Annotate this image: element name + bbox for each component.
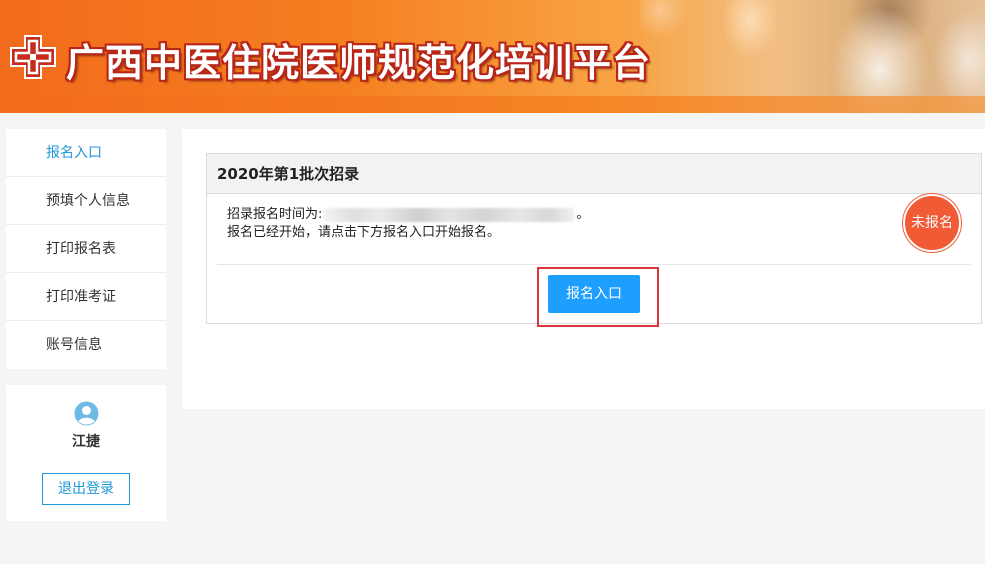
batch-info: 招录报名时间为: 。 报名已经开始，请点击下方报名入口开始报名。 xyxy=(227,206,589,242)
registration-time-end: 。 xyxy=(576,207,590,222)
user-name: 江捷 xyxy=(72,434,100,450)
cross-logo-icon xyxy=(10,35,56,79)
site-title: 广西中医住院医师规范化培训平台 xyxy=(66,41,652,85)
register-entry-button[interactable]: 报名入口 xyxy=(548,275,640,313)
sidebar-item-prefill-info[interactable]: 预填个人信息 xyxy=(6,177,166,225)
header-bottom-band xyxy=(0,96,985,113)
logout-button[interactable]: 退出登录 xyxy=(42,473,130,505)
sidebar-item-print-form[interactable]: 打印报名表 xyxy=(6,225,166,273)
registration-message: 报名已经开始，请点击下方报名入口开始报名。 xyxy=(227,225,501,240)
user-panel: 江捷 退出登录 xyxy=(6,385,166,521)
sidebar-item-account-info[interactable]: 账号信息 xyxy=(6,321,166,369)
batch-card: 2020年第1批次招录 招录报名时间为: 。 报名已经开始，请点击下方报名入口开始… xyxy=(206,153,982,327)
header-banner: 广西中医住院医师规范化培训平台 xyxy=(0,0,985,113)
user-avatar-icon xyxy=(74,401,99,426)
registration-time-line: 招录报名时间为: 。 xyxy=(227,206,589,224)
redacted-registration-time xyxy=(324,207,575,222)
sidebar-item-print-admission-ticket[interactable]: 打印准考证 xyxy=(6,273,166,321)
batch-title: 2020年第1批次招录 xyxy=(207,154,981,194)
registration-time-label: 招录报名时间为: xyxy=(227,207,323,222)
sidebar-menu: 报名入口 预填个人信息 打印报名表 打印准考证 账号信息 xyxy=(6,129,166,369)
status-badge: 未报名 xyxy=(903,194,961,252)
main-panel: 2020年第1批次招录 招录报名时间为: 。 报名已经开始，请点击下方报名入口开始… xyxy=(182,129,985,409)
card-divider xyxy=(217,264,971,265)
sidebar-item-register-entry[interactable]: 报名入口 xyxy=(6,129,166,177)
